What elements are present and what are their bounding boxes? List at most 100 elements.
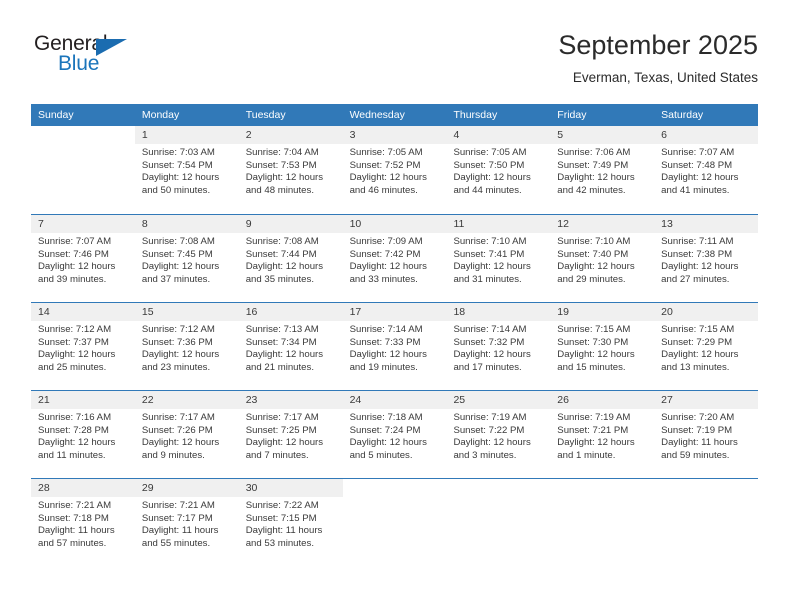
daylight-text: Daylight: 12 hours <box>349 349 427 361</box>
day-number-band: 21 <box>31 391 135 409</box>
day-details: Sunrise: 7:12 AM Sunset: 7:36 PM Daylight:… <box>135 321 239 374</box>
calendar-day-cell[interactable]: 8 Sunrise: 7:08 AM Sunset: 7:45 PM Daylight… <box>134 215 239 302</box>
day-number-band: 13 <box>654 215 759 233</box>
calendar-day-cell[interactable]: 23 Sunrise: 7:17 AM Sunset: 7:25 PM Dayligh… <box>238 391 343 478</box>
calendar-day-cell[interactable]: 25 Sunrise: 7:19 AM Sunset: 7:22 PM Dayligh… <box>446 391 551 478</box>
location-subtitle: Everman, Texas, United States <box>572 70 758 85</box>
calendar-day-cell[interactable]: 13 Sunrise: 7:11 AM Sunset: 7:38 PM Dayligh… <box>654 215 759 302</box>
day-number: 24 <box>349 394 362 406</box>
daylight-text: Daylight: 12 hours <box>557 349 635 361</box>
daylight-text: and 13 minutes. <box>661 361 730 373</box>
calendar-day-cell[interactable]: 27 Sunrise: 7:20 AM Sunset: 7:19 PM Dayligh… <box>654 391 759 478</box>
sunset-text: Sunset: 7:26 PM <box>141 424 213 436</box>
calendar-week-row: 21 Sunrise: 7:16 AM Sunset: 7:28 PM Dayligh… <box>31 390 759 478</box>
day-number: 8 <box>141 218 148 230</box>
sunrise-text: Sunrise: 7:15 AM <box>661 324 735 335</box>
daylight-text: Daylight: 12 hours <box>453 261 531 273</box>
day-number: 2 <box>245 129 252 141</box>
weekday-header-wednesday: Wednesday <box>349 109 405 121</box>
daylight-text: and 42 minutes. <box>557 184 626 196</box>
daylight-text: Daylight: 12 hours <box>453 437 531 449</box>
calendar-table: Sunday Monday Tuesday Wednesday Thursday Frid… <box>31 104 759 566</box>
day-details <box>550 497 654 500</box>
calendar-day-cell[interactable]: 2 Sunrise: 7:04 AM Sunset: 7:53 PM Daylight… <box>238 126 343 214</box>
day-number-band: 18 <box>446 303 551 321</box>
calendar-day-cell[interactable]: 21 Sunrise: 7:16 AM Sunset: 7:28 PM Dayligh… <box>31 391 135 478</box>
day-number-band: 1 <box>134 126 239 144</box>
day-number: 7 <box>38 218 44 230</box>
day-number-band: 5 <box>550 126 655 144</box>
calendar-day-cell[interactable]: 28 Sunrise: 7:21 AM Sunset: 7:18 PM Dayligh… <box>31 479 135 566</box>
sunset-text: Sunset: 7:44 PM <box>245 248 317 260</box>
day-number-band: 23 <box>238 391 343 409</box>
day-details: Sunrise: 7:17 AM Sunset: 7:25 PM Daylight:… <box>239 409 343 462</box>
calendar-day-cell[interactable]: 15 Sunrise: 7:12 AM Sunset: 7:36 PM Dayligh… <box>134 303 239 390</box>
daylight-text: Daylight: 12 hours <box>141 261 220 273</box>
calendar-day-cell[interactable]: 19 Sunrise: 7:15 AM Sunset: 7:30 PM Dayligh… <box>550 303 655 390</box>
calendar-day-cell[interactable]: 4 Sunrise: 7:05 AM Sunset: 7:50 PM Daylight… <box>446 126 551 214</box>
daylight-text: and 5 minutes. <box>349 449 413 461</box>
daylight-text: and 35 minutes. <box>245 273 314 285</box>
calendar-day-cell[interactable]: 10 Sunrise: 7:09 AM Sunset: 7:42 PM Dayligh… <box>342 215 447 302</box>
calendar-day-cell[interactable]: 17 Sunrise: 7:14 AM Sunset: 7:33 PM Dayligh… <box>342 303 447 390</box>
sunrise-text: Sunrise: 7:14 AM <box>349 324 423 335</box>
sunset-text: Sunset: 7:19 PM <box>661 424 733 436</box>
weekday-header-saturday: Saturday <box>661 109 704 121</box>
weekday-header-row: Sunday Monday Tuesday Wednesday Thursday Frid… <box>31 104 758 126</box>
sunrise-text: Sunrise: 7:20 AM <box>661 412 735 423</box>
daylight-text: and 25 minutes. <box>38 361 107 373</box>
calendar-day-cell[interactable]: 11 Sunrise: 7:10 AM Sunset: 7:41 PM Dayligh… <box>446 215 551 302</box>
sunset-text: Sunset: 7:41 PM <box>453 248 525 260</box>
sunrise-text: Sunrise: 7:22 AM <box>245 500 319 511</box>
sunset-text: Sunset: 7:18 PM <box>38 512 109 524</box>
calendar-day-cell[interactable]: 3 Sunrise: 7:05 AM Sunset: 7:52 PM Daylight… <box>342 126 447 214</box>
calendar-day-cell[interactable]: 22 Sunrise: 7:17 AM Sunset: 7:26 PM Dayligh… <box>134 391 239 478</box>
daylight-text: and 37 minutes. <box>141 273 211 285</box>
day-details: Sunrise: 7:16 AM Sunset: 7:28 PM Daylight:… <box>31 409 135 462</box>
day-number: 19 <box>557 306 569 318</box>
daylight-text: and 9 minutes. <box>141 449 205 461</box>
calendar-day-cell[interactable]: 24 Sunrise: 7:18 AM Sunset: 7:24 PM Dayligh… <box>342 391 447 478</box>
day-details: Sunrise: 7:05 AM Sunset: 7:50 PM Daylight:… <box>446 144 550 197</box>
calendar-day-cell[interactable]: 6 Sunrise: 7:07 AM Sunset: 7:48 PM Daylight… <box>654 126 759 214</box>
calendar-day-cell[interactable]: 30 Sunrise: 7:22 AM Sunset: 7:15 PM Dayligh… <box>238 479 343 566</box>
day-number: 12 <box>557 218 569 230</box>
calendar-day-cell[interactable]: 29 Sunrise: 7:21 AM Sunset: 7:17 PM Dayligh… <box>134 479 239 566</box>
sunset-text: Sunset: 7:38 PM <box>661 248 733 260</box>
calendar-day-cell[interactable]: 12 Sunrise: 7:10 AM Sunset: 7:40 PM Dayligh… <box>550 215 655 302</box>
general-blue-logo: General Blue <box>34 32 154 84</box>
day-details: Sunrise: 7:14 AM Sunset: 7:33 PM Daylight:… <box>343 321 447 374</box>
day-number: 5 <box>557 129 564 141</box>
day-number-band <box>654 479 759 497</box>
calendar-day-cell[interactable]: 26 Sunrise: 7:19 AM Sunset: 7:21 PM Dayligh… <box>550 391 655 478</box>
daylight-text: and 27 minutes. <box>661 273 730 285</box>
calendar-day-cell[interactable]: 14 Sunrise: 7:12 AM Sunset: 7:37 PM Dayligh… <box>31 303 135 390</box>
sunset-text: Sunset: 7:52 PM <box>349 159 421 171</box>
day-number: 4 <box>453 129 460 141</box>
day-details: Sunrise: 7:12 AM Sunset: 7:37 PM Daylight:… <box>31 321 135 374</box>
day-number-band: 24 <box>342 391 447 409</box>
page-title: September 2025 <box>558 30 758 60</box>
day-details: Sunrise: 7:21 AM Sunset: 7:18 PM Daylight:… <box>31 497 135 550</box>
calendar-day-cell[interactable]: 20 Sunrise: 7:15 AM Sunset: 7:29 PM Dayligh… <box>654 303 759 390</box>
calendar-day-cell[interactable]: 1 Sunrise: 7:03 AM Sunset: 7:54 PM Daylight… <box>134 126 239 214</box>
day-number: 17 <box>349 306 362 318</box>
calendar-day-cell[interactable]: 16 Sunrise: 7:13 AM Sunset: 7:34 PM Dayligh… <box>238 303 343 390</box>
day-number: 11 <box>453 218 465 230</box>
daylight-text: Daylight: 12 hours <box>245 261 324 273</box>
daylight-text: Daylight: 12 hours <box>557 437 635 449</box>
calendar-day-cell[interactable]: 5 Sunrise: 7:06 AM Sunset: 7:49 PM Daylight… <box>550 126 655 214</box>
sunrise-text: Sunrise: 7:03 AM <box>141 147 215 158</box>
day-details: Sunrise: 7:05 AM Sunset: 7:52 PM Daylight:… <box>343 144 447 197</box>
day-number: 9 <box>245 218 252 230</box>
calendar-day-cell[interactable]: 9 Sunrise: 7:08 AM Sunset: 7:44 PM Daylight… <box>238 215 343 302</box>
sunset-text: Sunset: 7:42 PM <box>349 248 421 260</box>
calendar-week-row: 14 Sunrise: 7:12 AM Sunset: 7:37 PM Dayligh… <box>31 302 759 390</box>
sunrise-text: Sunrise: 7:11 AM <box>661 236 734 247</box>
day-number-band: 27 <box>654 391 759 409</box>
sunset-text: Sunset: 7:50 PM <box>453 159 525 171</box>
day-number: 25 <box>453 394 466 406</box>
sunset-text: Sunset: 7:25 PM <box>245 424 317 436</box>
calendar-day-cell[interactable]: 7 Sunrise: 7:07 AM Sunset: 7:46 PM Daylight… <box>31 215 135 302</box>
calendar-day-cell[interactable]: 18 Sunrise: 7:14 AM Sunset: 7:32 PM Dayligh… <box>446 303 551 390</box>
